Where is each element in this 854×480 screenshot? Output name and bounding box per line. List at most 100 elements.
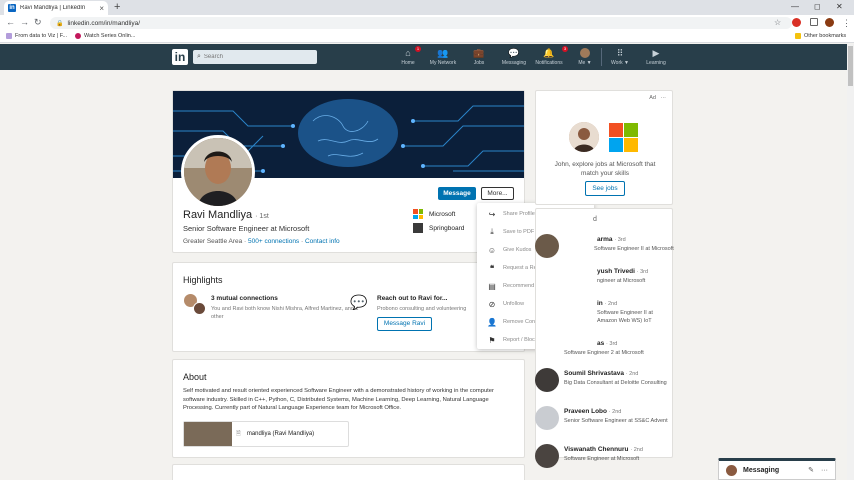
pav-title: Software Engineer II at Amazon Web WS) I…	[597, 310, 653, 324]
new-tab-button[interactable]: +	[114, 1, 120, 13]
springboard-logo-icon	[413, 223, 423, 233]
pav-item[interactable]: yush Trivedi · 3rd ngineer at Microsoft	[535, 266, 675, 298]
contact-info-link[interactable]: Contact info	[305, 238, 340, 245]
grid-icon: ⠿	[616, 48, 624, 58]
forward-icon[interactable]: →	[20, 17, 29, 27]
pav-title: Software Engineer II at Microsoft	[594, 246, 674, 252]
pav-header: d	[593, 216, 597, 223]
pav-item[interactable]: arma · 3rd Software Engineer II at Micro…	[535, 234, 675, 266]
flag-icon: ⚑	[488, 335, 496, 345]
pav-avatar	[535, 368, 559, 392]
about-media-item[interactable]: 🗎 mandliya (Ravi Mandliya)	[183, 421, 349, 447]
microsoft-logo-icon	[609, 123, 638, 152]
linkedin-logo[interactable]: in	[172, 49, 188, 65]
nav-work[interactable]: ⠿ Work ▼	[608, 48, 632, 66]
nav-me[interactable]: Me ▼	[575, 48, 595, 66]
profile-photo[interactable]	[181, 135, 255, 209]
ad-user-avatar	[569, 122, 599, 152]
pav-name: Praveen Lobo	[564, 408, 607, 415]
profile-photo-image	[184, 138, 252, 206]
linkedin-nav: in ⌕ ⌂1 Home 👥 My Network 💼 Jobs 💬 Messa…	[0, 44, 854, 70]
nav-learning[interactable]: ▶ Learning	[644, 48, 668, 66]
messaging-avatar	[726, 464, 737, 476]
extension-icon[interactable]	[810, 18, 818, 26]
maximize-icon[interactable]: ◻	[814, 2, 821, 11]
other-bookmarks[interactable]: Other bookmarks	[795, 33, 846, 39]
ad-more-icon[interactable]: ···	[661, 95, 667, 101]
nav-my-network[interactable]: 👥 My Network	[427, 48, 459, 66]
org-label: Springboard	[429, 224, 465, 232]
home-icon: ⌂ 1	[405, 46, 421, 58]
microsoft-logo-icon	[413, 209, 423, 219]
lock-icon: 🔒	[56, 20, 64, 27]
compose-icon[interactable]: ✎	[808, 466, 814, 474]
chrome-menu-icon[interactable]: ⋮	[842, 18, 851, 29]
remove-connection-icon: 👤	[487, 317, 497, 327]
back-icon[interactable]: ←	[6, 17, 15, 27]
org-microsoft[interactable]: Microsoft	[413, 209, 455, 219]
message-ravi-button[interactable]: Message Ravi	[377, 317, 432, 331]
more-options-icon[interactable]: ···	[821, 467, 828, 474]
page-scrollbar[interactable]	[847, 44, 854, 480]
pav-degree: · 2nd	[630, 447, 643, 453]
chat-bubbles-icon: 💬	[350, 294, 368, 310]
nav-messaging[interactable]: 💬 Messaging	[500, 48, 528, 66]
nav-notifications[interactable]: 🔔 3 Notifications	[533, 46, 568, 66]
profile-headline: Senior Software Engineer at Microsoft	[183, 224, 310, 233]
see-jobs-button[interactable]: See jobs	[585, 181, 625, 196]
share-icon: ↪	[488, 209, 496, 219]
search-box[interactable]: ⌕	[193, 50, 317, 64]
bookmark-item[interactable]: From data to Viz | F...	[6, 33, 67, 39]
about-text: Self motivated and result oriented exper…	[183, 388, 494, 412]
bookmark-favicon-icon	[6, 33, 12, 39]
mutual-connections-sub: You and Ravi both know Nishi Mishra, Alf…	[211, 306, 359, 320]
messaging-icon: 💬	[508, 48, 520, 58]
connections-link[interactable]: 500+ connections	[248, 238, 299, 245]
menu-item-label: Report / Block	[503, 337, 538, 343]
reload-icon[interactable]: ↻	[34, 17, 42, 28]
recommend-icon: ▤	[488, 281, 496, 291]
window-close-icon[interactable]: ✕	[836, 2, 843, 11]
pav-item[interactable]: as · 3rd Software Engineer 2 at Microsof…	[535, 338, 675, 370]
pav-item[interactable]: Praveen Lobo · 2nd Senior Software Engin…	[535, 406, 675, 438]
messaging-overlay-bar[interactable]: Messaging ✎ ···	[718, 458, 836, 480]
bookmark-label: Watch Series Onlin...	[84, 33, 136, 39]
nav-home[interactable]: ⌂ 1 Home	[398, 46, 421, 66]
media-thumbnail	[184, 422, 232, 446]
browser-tab[interactable]: in Ravi Mandliya | LinkedIn ×	[4, 1, 108, 15]
bookmark-item[interactable]: Watch Series Onlin...	[75, 33, 135, 39]
ad-label: Ad ···	[649, 95, 666, 101]
download-icon: ⤓	[490, 227, 494, 236]
more-button[interactable]: More...	[481, 187, 514, 200]
profile-location-line: Greater Seattle Area · 500+ connections …	[183, 238, 340, 245]
pav-name: in	[597, 300, 603, 307]
mutual-connections-title[interactable]: 3 mutual connections	[211, 295, 278, 302]
about-title: About	[183, 372, 207, 382]
tab-close-icon[interactable]: ×	[99, 4, 104, 13]
search-input[interactable]	[203, 54, 304, 60]
bookmark-favicon-icon	[75, 33, 81, 39]
nav-label: Me ▼	[578, 60, 592, 66]
briefcase-icon: 💼	[473, 48, 485, 58]
pav-item[interactable]: Viswanath Chennuru · 2nd Software Engine…	[535, 444, 675, 476]
menu-item-label: Give Kudos	[503, 247, 532, 253]
scrollbar-thumb[interactable]	[848, 46, 853, 86]
pav-item[interactable]: in · 2nd Software Engineer II at Amazon …	[535, 298, 675, 330]
folder-icon	[795, 33, 801, 39]
org-springboard[interactable]: Springboard	[413, 223, 464, 233]
nav-jobs[interactable]: 💼 Jobs	[470, 48, 488, 66]
profile-location: Greater Seattle Area ·	[183, 238, 247, 245]
profile-avatar[interactable]	[825, 18, 834, 27]
tab-title: Ravi Mandliya | LinkedIn	[20, 5, 86, 11]
minimize-icon[interactable]: —	[791, 2, 799, 11]
address-bar[interactable]: 🔒 linkedin.com/in/mandliya/	[50, 17, 792, 29]
extension-icon[interactable]	[792, 18, 801, 27]
pav-item[interactable]: Soumil Shrivastava · 2nd Big Data Consul…	[535, 368, 675, 400]
learning-icon: ▶	[652, 48, 660, 58]
mutual-avatar	[193, 302, 206, 315]
pav-title: Senior Software Engineer at SS&C Advent	[564, 418, 668, 424]
bookmark-star-icon[interactable]: ☆	[774, 18, 781, 27]
pav-title: Software Engineer at Microsoft	[564, 456, 640, 462]
message-button[interactable]: Message	[438, 187, 476, 200]
notification-badge: 1	[415, 46, 421, 52]
